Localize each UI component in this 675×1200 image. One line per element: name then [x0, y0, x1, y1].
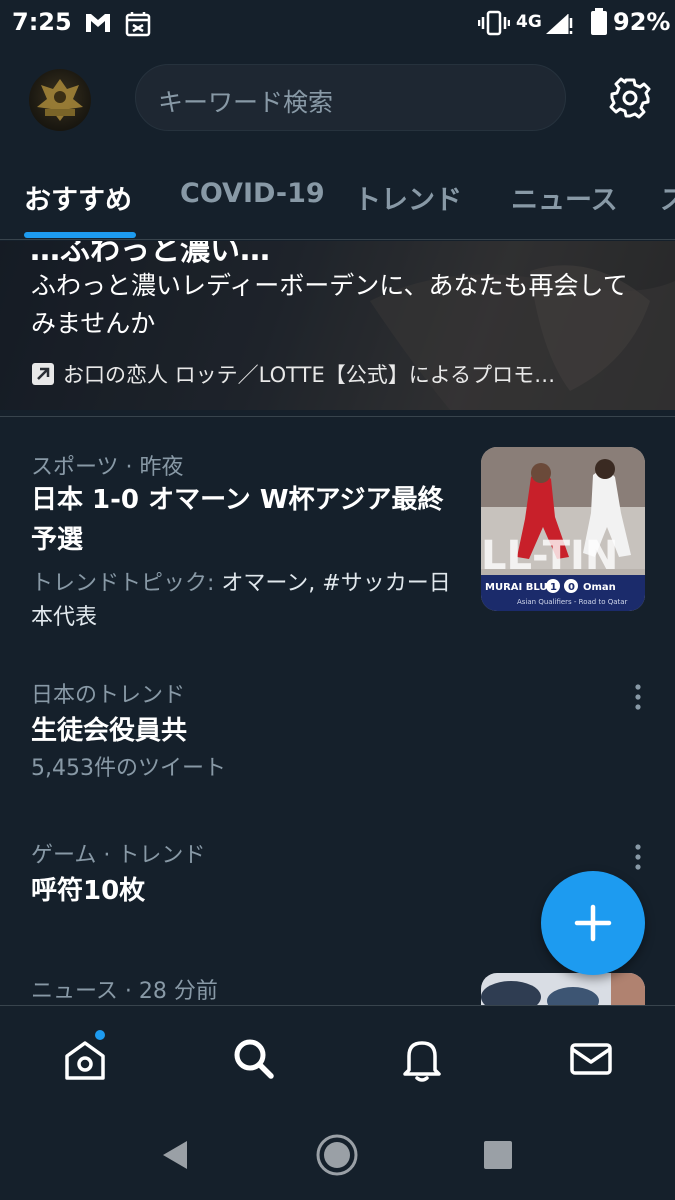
status-bar: 7:25 4G 92%	[0, 0, 675, 48]
tab-news[interactable]: ニュース	[511, 178, 618, 217]
svg-text:Asian Qualifiers - Road to Qat: Asian Qualifiers - Road to Qatar	[517, 598, 628, 606]
tab-covid-19[interactable]: COVID-19	[180, 178, 325, 209]
news-meta: ニュース · 28 分前	[31, 979, 218, 1004]
tab-overflow[interactable]: ス	[660, 178, 675, 217]
messages-icon	[570, 1043, 612, 1075]
promo-text: ふわっと濃いレディーボーデンに、あなたも再会してみませんか	[31, 271, 628, 338]
news-photo	[481, 973, 645, 1005]
news-category: ニュース	[31, 979, 118, 1004]
promo-attribution-text: お口の恋人 ロッテ／LOTTE【公式】によるプロモ…	[63, 363, 556, 387]
promo-attribution: お口の恋人 ロッテ／LOTTE【公式】によるプロモ…	[31, 359, 641, 391]
trend-tweet-count: 5,453件のツイート	[31, 756, 226, 781]
home-icon	[65, 1041, 105, 1080]
svg-text:0: 0	[568, 582, 575, 593]
recents-icon	[484, 1141, 512, 1169]
app-notification-icon	[125, 12, 151, 37]
gear-icon	[609, 77, 651, 119]
svg-text:1: 1	[550, 582, 557, 593]
svg-text:Oman: Oman	[583, 582, 616, 593]
tab-trends[interactable]: トレンド	[354, 178, 462, 217]
promoted-trend[interactable]: …ふわっと濃い… ふわっと濃いレディーボーデンに、あなたも再会してみませんか お…	[0, 241, 675, 410]
battery-icon	[591, 8, 607, 35]
more-options-icon[interactable]	[628, 842, 648, 874]
promoted-arrow-icon	[32, 363, 54, 385]
promo-headline: …ふわっと濃い…	[30, 241, 270, 268]
explore-screen: 7:25 4G 92% キーワード検索 おすすめ COVID-19 トレンド ニ…	[0, 0, 675, 1200]
system-home-button[interactable]	[315, 1133, 359, 1177]
search-input[interactable]: キーワード検索	[135, 64, 566, 131]
svg-text:MURAI BLUE: MURAI BLUE	[485, 582, 554, 593]
divider	[0, 416, 675, 417]
nav-messages[interactable]	[566, 1034, 616, 1084]
avatar[interactable]	[29, 69, 91, 131]
plus-icon	[574, 904, 612, 942]
system-navigation	[0, 1105, 675, 1200]
news-time: 28 分前	[138, 979, 218, 1004]
gmail-icon	[86, 14, 110, 32]
bottom-navigation	[0, 1005, 675, 1105]
topics-label: トレンドトピック:	[31, 571, 222, 596]
settings-button[interactable]	[604, 72, 656, 124]
trend-title[interactable]: 呼符10枚	[31, 871, 145, 911]
svg-text:LL-TIN: LL-TIN	[481, 533, 618, 579]
trend-title[interactable]: 生徒会役員共	[31, 711, 187, 751]
story-meta: スポーツ · 昨夜	[31, 455, 184, 480]
home-circle-icon	[316, 1134, 358, 1176]
search-placeholder: キーワード検索	[158, 88, 334, 117]
system-recents-button[interactable]	[476, 1133, 520, 1177]
status-network: 4G	[516, 12, 542, 32]
notifications-icon	[403, 1041, 441, 1082]
status-time: 7:25	[12, 8, 72, 36]
search-icon	[234, 1039, 274, 1079]
tab-indicator	[24, 232, 136, 238]
back-icon	[163, 1141, 187, 1169]
signal-icon	[546, 14, 573, 34]
new-activity-dot	[95, 1030, 105, 1040]
vibrate-icon	[478, 10, 510, 36]
nav-search[interactable]	[229, 1034, 279, 1084]
nav-home[interactable]	[60, 1034, 110, 1084]
trend-context: ゲーム · トレンド	[31, 843, 206, 868]
compose-tweet-button[interactable]	[541, 871, 645, 975]
story-time: 昨夜	[139, 455, 184, 480]
explore-tabs: おすすめ COVID-19 トレンド ニュース ス	[0, 150, 675, 240]
story-thumbnail[interactable]: LL-TIN MURAI BLUE 1 0 Oman Asian Qualifi…	[481, 447, 645, 611]
news-thumbnail[interactable]	[481, 973, 645, 1005]
nav-notifications[interactable]	[397, 1034, 447, 1084]
tab-recommended[interactable]: おすすめ	[24, 178, 132, 217]
more-options-icon[interactable]	[628, 682, 648, 714]
story-category: スポーツ	[31, 455, 119, 480]
trend-context: 日本のトレンド	[31, 683, 186, 708]
story-topics: トレンドトピック: オマーン, #サッカー日本代表	[31, 567, 461, 635]
battery-percent: 92%	[613, 8, 671, 36]
system-back-button[interactable]	[153, 1133, 197, 1177]
story-title[interactable]: 日本 1-0 オマーン W杯アジア最終予選	[31, 480, 451, 560]
soccer-photo: LL-TIN MURAI BLUE 1 0 Oman Asian Qualifi…	[481, 447, 645, 611]
avatar-emblem-icon	[37, 79, 83, 121]
